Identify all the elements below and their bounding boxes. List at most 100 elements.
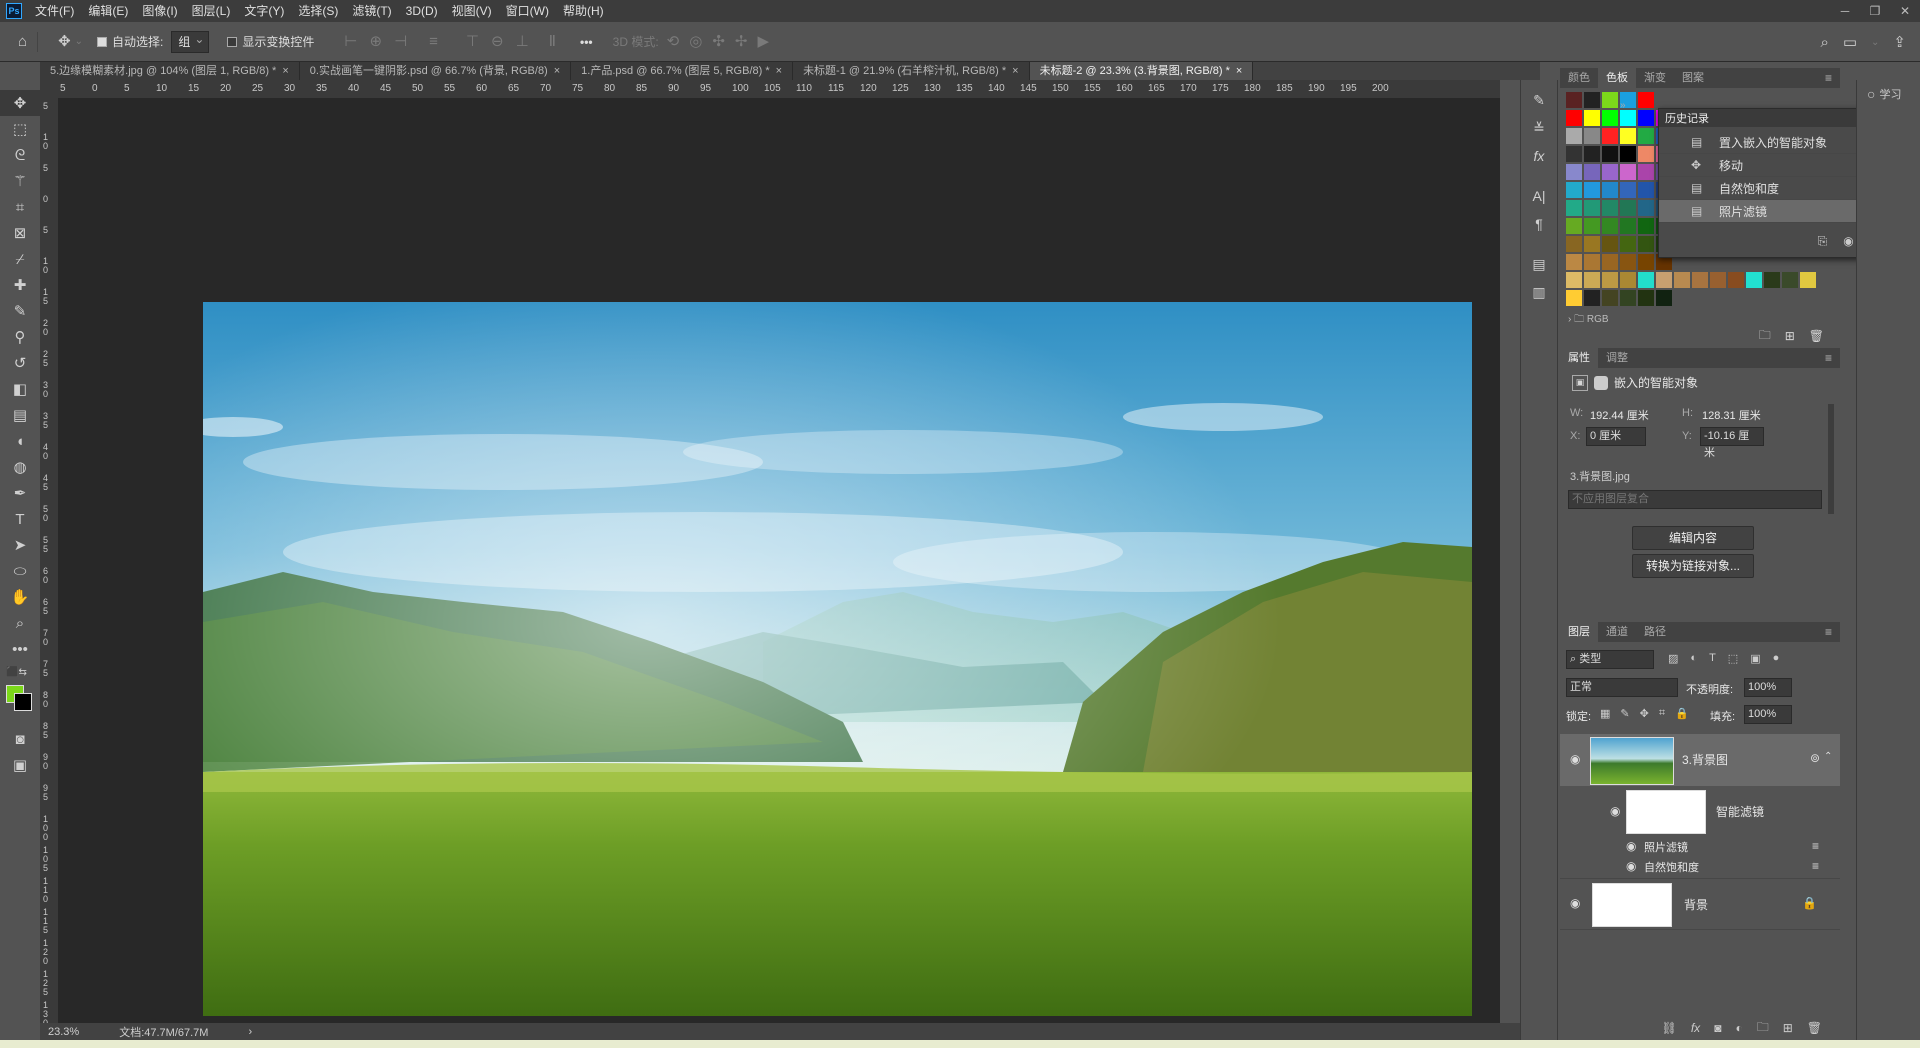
color-swatch[interactable] [1728,272,1744,288]
color-swatch[interactable] [1674,272,1690,288]
menu-item[interactable]: 帮助(H) [556,0,611,22]
color-swatch[interactable] [1584,290,1600,306]
zoom-tool-icon[interactable]: ⌕ [0,610,40,636]
color-swatch[interactable] [1566,182,1582,198]
color-swatch[interactable] [1566,254,1582,270]
color-swatch[interactable] [1638,254,1654,270]
learn-button[interactable]: ○ 学习 [1867,86,1920,102]
quick-mask-icon[interactable]: ◙ [0,726,40,752]
workspace-dropdown-icon[interactable]: ⌄ [1871,37,1879,48]
hand-tool-icon[interactable]: ✋ [0,584,40,610]
color-swatch[interactable] [1584,236,1600,252]
status-menu-arrow[interactable]: › [248,1026,252,1038]
color-swatch[interactable] [1584,182,1600,198]
align-top-icon[interactable]: ⊤ [466,34,479,49]
notes-icon[interactable]: ▥ [1521,278,1557,306]
color-swatch[interactable] [1638,200,1654,216]
filter-shape-icon[interactable]: ⬚ [1728,652,1738,665]
color-swatch[interactable] [1602,146,1618,162]
fill-field[interactable]: 100% [1744,705,1792,724]
menu-item[interactable]: 滤镜(T) [345,0,398,22]
new-adjustment-icon[interactable]: ◐ [1735,1021,1742,1035]
color-swatch[interactable] [1602,182,1618,198]
color-swatch[interactable] [1620,146,1636,162]
filter-pixel-icon[interactable]: ▨ [1668,652,1678,665]
panel-tab[interactable]: 通道 [1598,622,1636,642]
type-tool-icon[interactable]: T [0,506,40,532]
color-swatch[interactable] [1584,92,1600,108]
visibility-eye-icon[interactable]: ◉ [1610,804,1620,818]
color-swatch[interactable] [1566,290,1582,306]
color-swatch[interactable] [1584,200,1600,216]
lock-all-icon[interactable]: 🔒 [1675,707,1689,720]
color-swatch[interactable] [1566,272,1582,288]
lock-transparent-icon[interactable]: ▦ [1600,707,1610,720]
filter-row[interactable]: ◉ 照片滤镜 ≡ [1560,836,1840,856]
visibility-eye-icon[interactable]: ◉ [1570,896,1580,910]
layer-row[interactable]: ◉ 3.背景图 ⊚ ⌃ [1560,734,1840,786]
zoom-level[interactable]: 23.3% [48,1026,79,1038]
color-swatch[interactable] [1800,272,1816,288]
lock-position-icon[interactable]: ✥ [1640,707,1649,720]
clone-stamp-tool-icon[interactable]: ⚲ [0,324,40,350]
3d-slide-icon[interactable]: ✢ [735,34,748,49]
layer-filter-dropdown[interactable]: ⌕ 类型 [1566,650,1654,669]
color-swatch[interactable] [1656,290,1672,306]
align-left-icon[interactable]: ⊢ [344,34,357,49]
panel-tab[interactable]: 属性 [1560,348,1598,368]
paragraph-icon[interactable]: ¶ [1521,210,1557,238]
color-swatch[interactable] [1602,218,1618,234]
menu-item[interactable]: 编辑(E) [81,0,135,22]
menu-item[interactable]: 窗口(W) [499,0,556,22]
close-icon[interactable]: ✕ [1890,0,1920,22]
more-options-button[interactable]: ••• [580,30,593,54]
color-swatch[interactable] [1620,272,1636,288]
color-swatch[interactable] [1638,236,1654,252]
healing-brush-tool-icon[interactable]: ✚ [0,272,40,298]
panel-menu-icon[interactable]: ≡ [1825,351,1832,365]
menu-item[interactable]: 选择(S) [291,0,345,22]
color-swatch[interactable] [1602,92,1618,108]
pen-tool-icon[interactable]: ✒ [0,480,40,506]
color-swatch[interactable] [1602,110,1618,126]
ruler-horizontal[interactable]: 5 0 5 10 15 20 25 30 35 40 45 50 55 60 65 70 75 80 85 90 95 1… [58,80,1500,99]
delete-layer-icon[interactable]: 🗑 [1807,1021,1822,1035]
panel-tab[interactable]: 图案 [1674,68,1712,88]
brush-settings-icon[interactable]: ✎ [1521,86,1557,114]
lock-pixels-icon[interactable]: ✎ [1620,707,1629,720]
move-tool-icon[interactable]: ✥ [0,90,40,116]
menu-item[interactable]: 视图(V) [445,0,499,22]
color-swatch[interactable] [1692,272,1708,288]
panel-menu-icon[interactable]: ≡ [1825,625,1832,639]
3d-pan-icon[interactable]: ✣ [712,34,725,49]
panel-tab[interactable]: 渐变 [1636,68,1674,88]
width-value[interactable]: 192.44 厘米 [1590,407,1649,423]
link-layers-icon[interactable]: ⛓ [1662,1021,1677,1035]
crop-tool-icon[interactable]: ⌗ [0,194,40,220]
color-swatch[interactable] [1620,290,1636,306]
filter-toggle-icon[interactable]: ● [1773,652,1780,665]
menu-item[interactable]: 图层(L) [185,0,238,22]
tab-close-icon[interactable]: × [1236,65,1242,77]
lasso-tool-icon[interactable]: ᘓ [0,142,40,168]
3d-roll-icon[interactable]: ◎ [689,34,702,49]
magic-wand-tool-icon[interactable]: ⚚ [0,168,40,194]
color-swatch[interactable] [1710,272,1726,288]
color-swatch[interactable] [1620,182,1636,198]
properties-icon[interactable]: ▤ [1521,250,1557,278]
3d-orbit-icon[interactable]: ⟲ [667,34,680,49]
menu-item[interactable]: 文字(Y) [237,0,291,22]
height-value[interactable]: 128.31 厘米 [1702,407,1761,423]
menu-item[interactable]: 图像(I) [135,0,184,22]
color-swatch[interactable] [1620,200,1636,216]
color-swatch[interactable] [1566,218,1582,234]
new-layer-icon[interactable]: ⊞ [1783,1021,1793,1035]
color-swatch[interactable] [1638,164,1654,180]
panel-tab[interactable]: 路径 [1636,622,1674,642]
filter-row[interactable]: ◉ 自然饱和度 ≡ [1560,856,1840,876]
workspace-icon[interactable]: ▭ [1843,35,1857,50]
background-color-swatch[interactable] [14,693,32,711]
collapse-panels-icon[interactable]: » [1620,100,1626,111]
gradient-tool-icon[interactable]: ▤ [0,402,40,428]
document-tab[interactable]: 未标题-2 @ 23.3% (3.背景图, RGB/8) * × [1029,62,1254,80]
